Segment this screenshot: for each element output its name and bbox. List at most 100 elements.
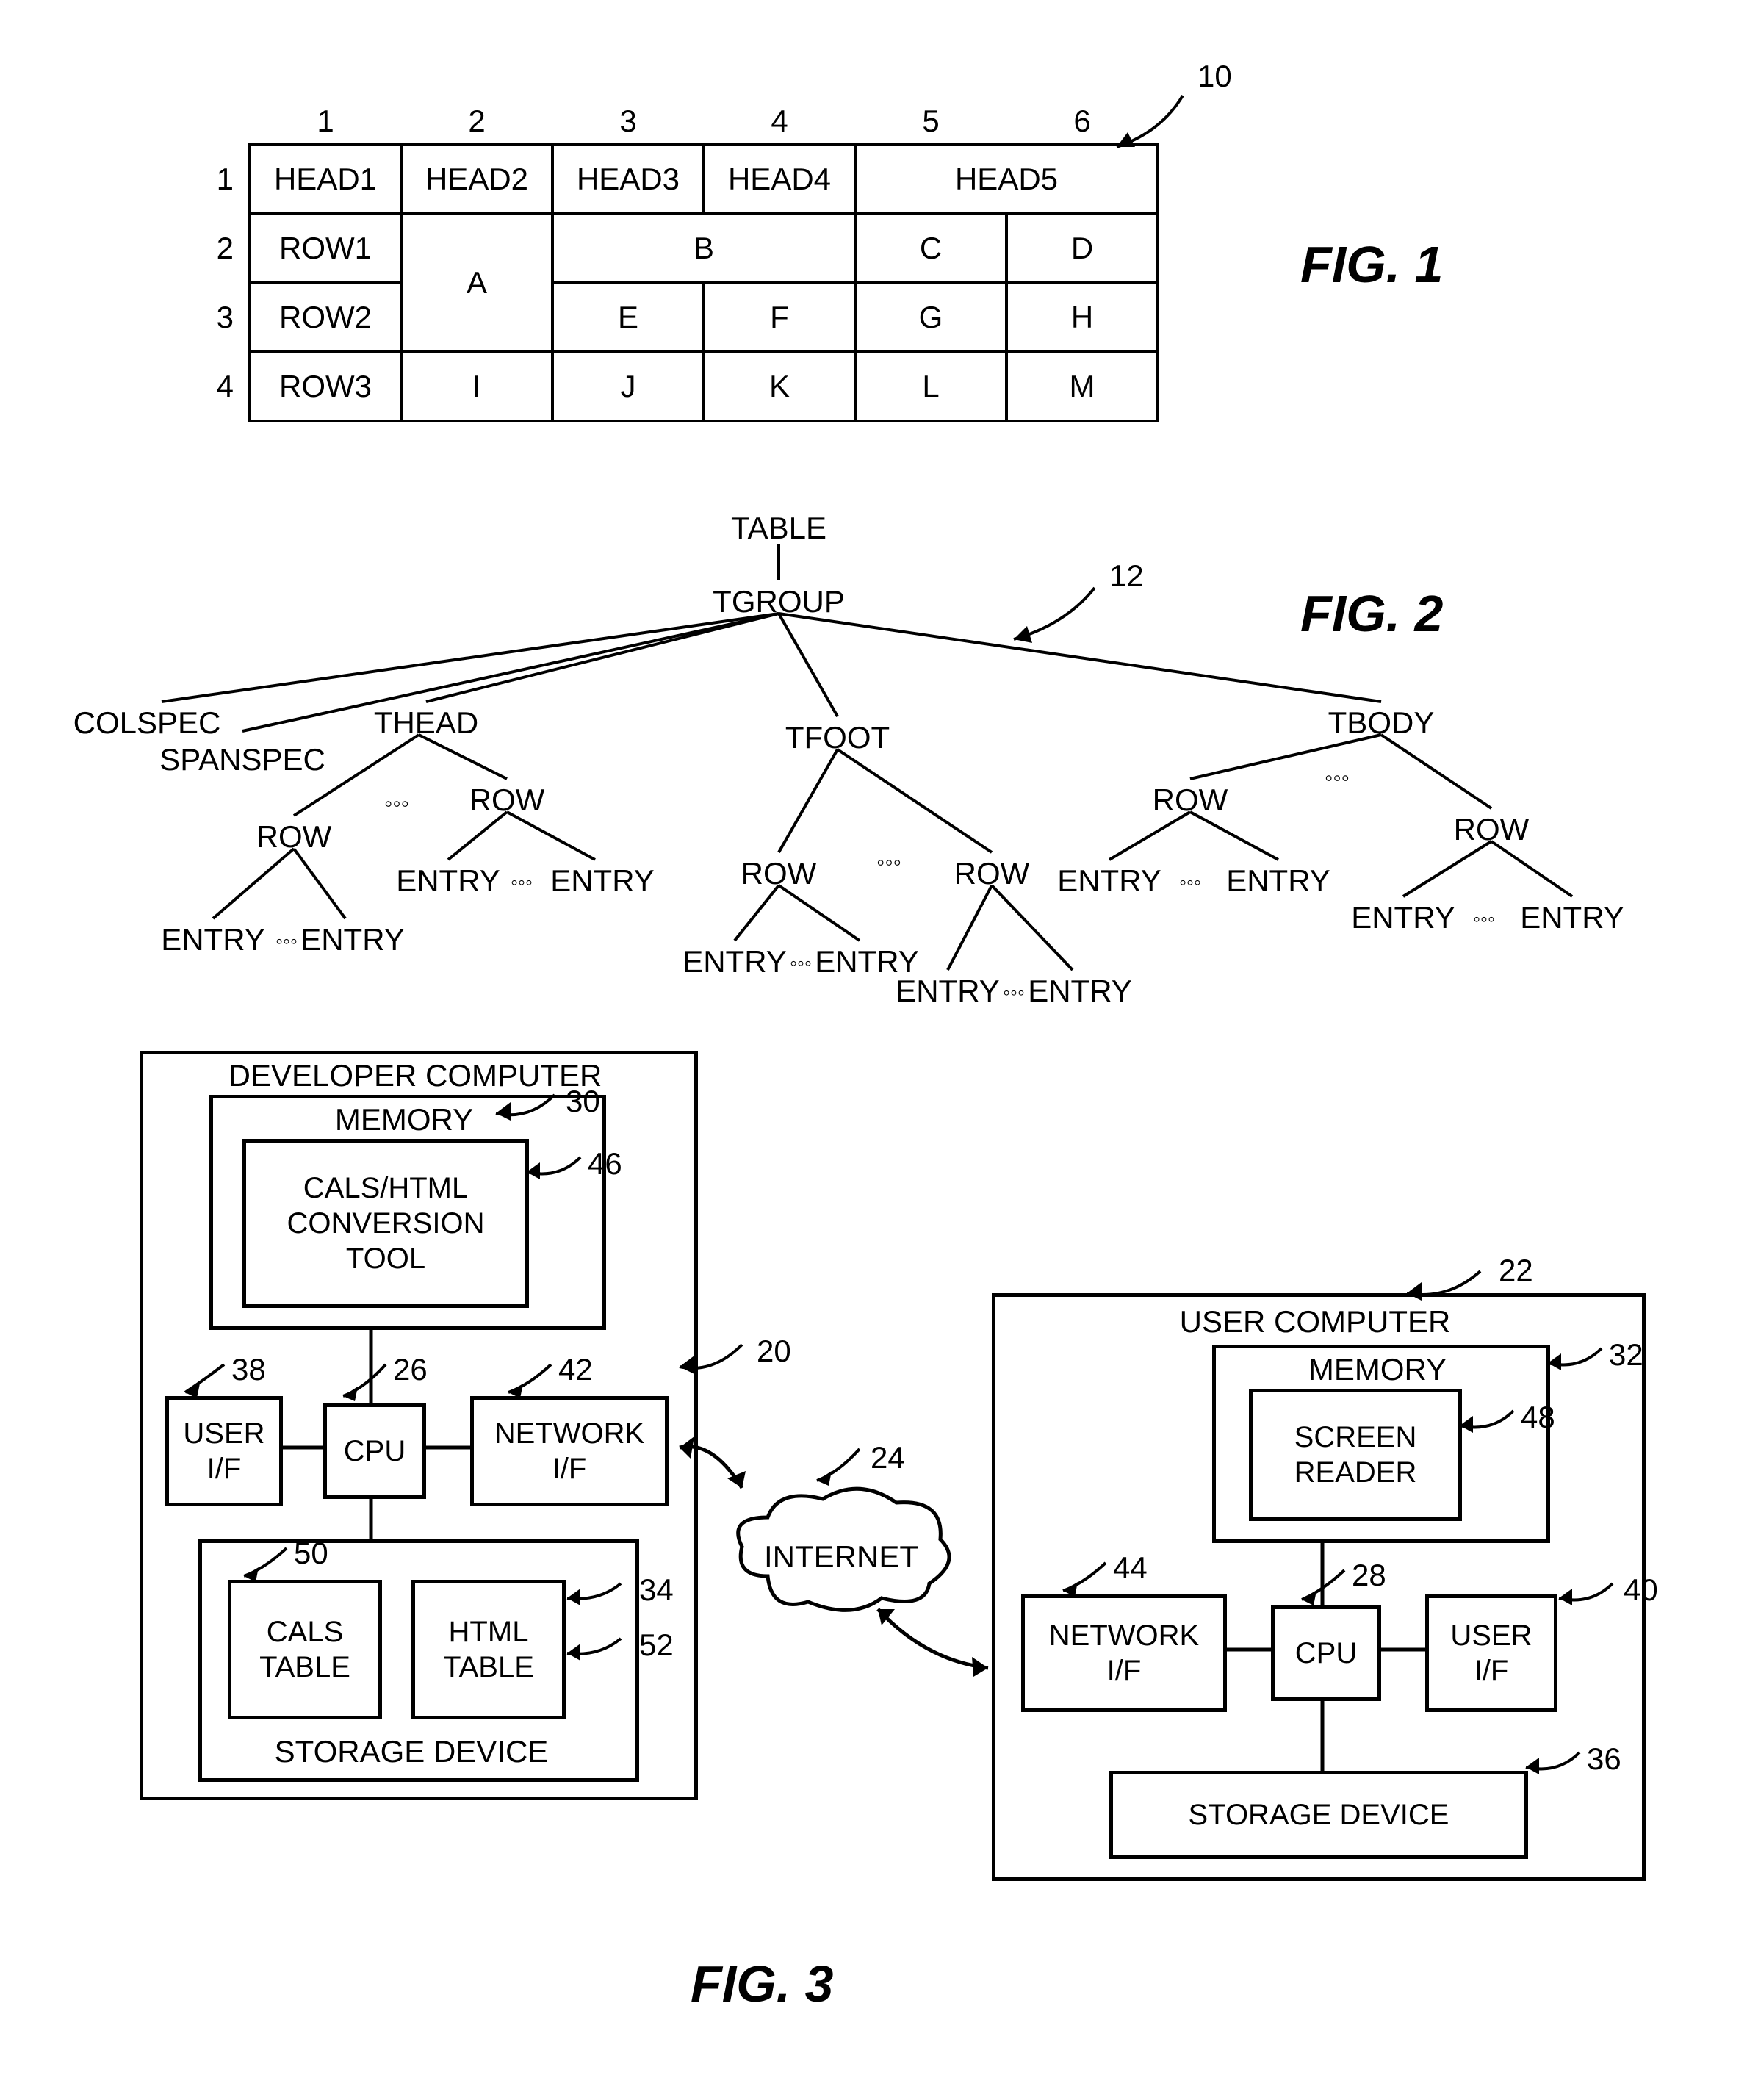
arrow-22: [1396, 1256, 1499, 1315]
cell-row2: ROW2: [250, 283, 401, 352]
arrow-48: [1451, 1400, 1524, 1444]
ref-42: 42: [558, 1352, 593, 1387]
col-num-2: 2: [401, 99, 552, 145]
node-row: ROW: [1153, 783, 1228, 818]
cell-h: H: [1006, 283, 1158, 352]
node-entry: ENTRY: [300, 922, 405, 957]
dots: ◦◦◦: [1003, 981, 1025, 1004]
ref-22: 22: [1499, 1253, 1533, 1288]
dots: ◦◦◦: [275, 929, 298, 953]
col-num-1: 1: [250, 99, 401, 145]
arrow-24: [808, 1440, 874, 1492]
ref-52: 52: [639, 1628, 674, 1663]
cals-table: 1 2 3 4 5 6 1 HEAD1 HEAD2 HEAD3 HEAD4 HE…: [184, 99, 1159, 422]
node-entry: ENTRY: [682, 944, 787, 979]
node-entry: ENTRY: [1351, 900, 1455, 935]
node-row: ROW: [256, 819, 332, 855]
ref-50: 50: [294, 1536, 328, 1571]
node-spanspec: SPANSPEC: [159, 742, 325, 777]
node-row: ROW: [954, 856, 1030, 891]
dots: ◦◦◦: [384, 790, 409, 817]
node-colspec: COLSPEC: [73, 705, 221, 741]
arrow-40: [1550, 1572, 1624, 1617]
node-row: ROW: [1454, 812, 1530, 847]
ref-34: 34: [639, 1572, 674, 1608]
node-row: ROW: [469, 783, 545, 818]
cell-head4: HEAD4: [704, 145, 855, 214]
dots: ◦◦◦: [1473, 907, 1495, 931]
internet-user-link: [867, 1587, 999, 1690]
ref-20: 20: [757, 1334, 791, 1369]
col-num-3: 3: [552, 99, 704, 145]
ref-10: 10: [1197, 59, 1232, 94]
cell-g: G: [855, 283, 1006, 352]
arrow-34: [558, 1572, 632, 1617]
node-tgroup: TGROUP: [713, 584, 845, 619]
dots: ◦◦◦: [876, 849, 901, 876]
cell-i: I: [401, 352, 552, 421]
ref-46: 46: [588, 1146, 622, 1182]
arrow-52: [558, 1628, 632, 1672]
node-entry: ENTRY: [896, 974, 1000, 1009]
row-num-3: 3: [184, 283, 250, 352]
internet-label: INTERNET: [764, 1539, 918, 1575]
col-num-4: 4: [704, 99, 855, 145]
arrow-46: [518, 1146, 591, 1190]
ref-30: 30: [566, 1084, 600, 1119]
cell-head5: HEAD5: [855, 145, 1158, 214]
cell-e: E: [552, 283, 704, 352]
cell-f: F: [704, 283, 855, 352]
cell-b: B: [552, 214, 855, 283]
ref-32: 32: [1609, 1337, 1643, 1373]
arrow-50: [235, 1539, 301, 1583]
node-entry: ENTRY: [1226, 863, 1330, 899]
ref-28: 28: [1352, 1558, 1386, 1593]
ref-24: 24: [871, 1440, 905, 1475]
arrow-44: [1054, 1554, 1120, 1598]
cell-row1: ROW1: [250, 214, 401, 283]
ref-44: 44: [1113, 1550, 1148, 1586]
fig3-caption: FIG. 3: [691, 1955, 833, 2013]
node-table: TABLE: [731, 511, 826, 546]
arrow-32: [1539, 1337, 1613, 1381]
node-entry: ENTRY: [161, 922, 265, 957]
ref-12: 12: [1109, 558, 1144, 594]
dots: ◦◦◦: [1179, 871, 1201, 894]
dots: ◦◦◦: [790, 952, 812, 975]
fig2-caption: FIG. 2: [1300, 584, 1443, 643]
dots: ◦◦◦: [1325, 764, 1350, 791]
cell-head1: HEAD1: [250, 145, 401, 214]
cell-c: C: [855, 214, 1006, 283]
node-tfoot: TFOOT: [785, 720, 890, 755]
ref-arrow-12: [970, 566, 1117, 654]
cell-k: K: [704, 352, 855, 421]
arrow-28: [1293, 1561, 1359, 1609]
row-num-2: 2: [184, 214, 250, 283]
cell-head2: HEAD2: [401, 145, 552, 214]
row-num-1: 1: [184, 145, 250, 214]
node-entry: ENTRY: [396, 863, 500, 899]
arrow-30: [485, 1080, 573, 1132]
node-entry: ENTRY: [1520, 900, 1624, 935]
ref-26: 26: [393, 1352, 428, 1387]
node-entry: ENTRY: [1057, 863, 1161, 899]
node-entry: ENTRY: [550, 863, 655, 899]
fig1-caption: FIG. 1: [1300, 235, 1443, 294]
node-tbody: TBODY: [1328, 705, 1435, 741]
cell-d: D: [1006, 214, 1158, 283]
node-entry: ENTRY: [1028, 974, 1132, 1009]
ref-48: 48: [1521, 1400, 1555, 1435]
arrow-20: [669, 1330, 757, 1389]
ref-38: 38: [231, 1352, 266, 1387]
col-num-5: 5: [855, 99, 1006, 145]
cell-m: M: [1006, 352, 1158, 421]
ref-40: 40: [1624, 1572, 1658, 1608]
cell-head3: HEAD3: [552, 145, 704, 214]
row-num-4: 4: [184, 352, 250, 421]
node-thead: THEAD: [374, 705, 478, 741]
arrow-42: [500, 1356, 566, 1400]
dev-internet-link: [669, 1425, 757, 1521]
cell-row3: ROW3: [250, 352, 401, 421]
arrow-36: [1517, 1741, 1591, 1786]
cell-l: L: [855, 352, 1006, 421]
